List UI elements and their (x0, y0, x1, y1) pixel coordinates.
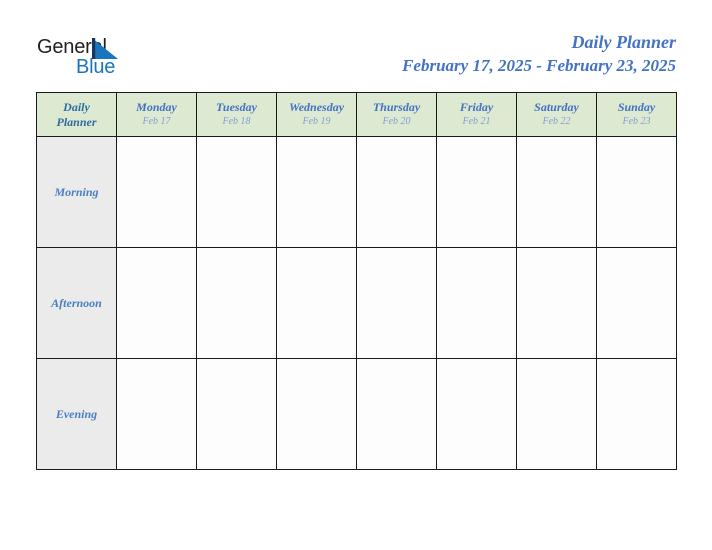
period-label: Evening (55, 407, 98, 421)
slot-afternoon-saturday[interactable] (516, 247, 597, 359)
slot-afternoon-friday[interactable] (436, 247, 517, 359)
title-block: Daily Planner February 17, 2025 - Februa… (402, 31, 676, 77)
day-date: Feb 23 (622, 116, 651, 127)
slot-evening-tuesday[interactable] (196, 358, 277, 470)
period-label: Morning (54, 185, 99, 199)
weekly-planner-table: Daily Planner Monday Feb 17 Tuesday Feb 18 W… (36, 92, 677, 470)
slot-morning-friday[interactable] (436, 136, 517, 248)
slot-morning-monday[interactable] (116, 136, 197, 248)
period-row-afternoon: Afternoon (36, 247, 677, 359)
period-label-cell-morning: Morning (36, 136, 117, 248)
day-header-thursday: Thursday Feb 20 (356, 92, 437, 137)
slot-evening-sunday[interactable] (596, 358, 677, 470)
period-row-morning: Morning (36, 136, 677, 248)
period-label: Afternoon (51, 296, 102, 310)
corner-header-cell: Daily Planner (36, 92, 117, 137)
period-label-cell-afternoon: Afternoon (36, 247, 117, 359)
slot-morning-sunday[interactable] (596, 136, 677, 248)
general-blue-logo: General Blue (37, 36, 237, 82)
day-name: Monday (136, 100, 177, 114)
day-name: Saturday (534, 100, 579, 114)
day-name: Tuesday (216, 100, 257, 114)
period-row-evening: Evening (36, 358, 677, 470)
day-date: Feb 18 (222, 116, 251, 127)
slot-morning-thursday[interactable] (356, 136, 437, 248)
day-header-friday: Friday Feb 21 (436, 92, 517, 137)
day-header-tuesday: Tuesday Feb 18 (196, 92, 277, 137)
day-date: Feb 21 (462, 116, 491, 127)
day-date: Feb 17 (142, 116, 171, 127)
table-body: Morning Afternoon Evening (36, 136, 677, 470)
slot-evening-saturday[interactable] (516, 358, 597, 470)
day-header-saturday: Saturday Feb 22 (516, 92, 597, 137)
slot-morning-saturday[interactable] (516, 136, 597, 248)
slot-evening-thursday[interactable] (356, 358, 437, 470)
period-label-cell-evening: Evening (36, 358, 117, 470)
slot-afternoon-wednesday[interactable] (276, 247, 357, 359)
day-name: Thursday (372, 100, 421, 114)
table-header: Daily Planner Monday Feb 17 Tuesday Feb 18 W… (36, 92, 677, 137)
slot-afternoon-sunday[interactable] (596, 247, 677, 359)
page-title: Daily Planner (571, 32, 676, 52)
day-date: Feb 22 (542, 116, 571, 127)
page-header: General Blue Daily Planner February 17, … (0, 0, 712, 92)
slot-afternoon-thursday[interactable] (356, 247, 437, 359)
corner-title-line2: Planner (56, 114, 97, 129)
slot-evening-wednesday[interactable] (276, 358, 357, 470)
day-date: Feb 19 (302, 116, 331, 127)
day-name: Wednesday (288, 100, 345, 114)
slot-afternoon-tuesday[interactable] (196, 247, 277, 359)
day-header-sunday: Sunday Feb 23 (596, 92, 677, 137)
slot-evening-monday[interactable] (116, 358, 197, 470)
day-date: Feb 20 (382, 116, 411, 127)
slot-morning-wednesday[interactable] (276, 136, 357, 248)
day-name: Friday (459, 100, 494, 114)
day-name: Sunday (617, 100, 656, 114)
date-range: February 17, 2025 - February 23, 2025 (402, 56, 676, 75)
slot-evening-friday[interactable] (436, 358, 517, 470)
day-header-wednesday: Wednesday Feb 19 (276, 92, 357, 137)
slot-afternoon-monday[interactable] (116, 247, 197, 359)
logo-text-blue: Blue (76, 56, 116, 78)
corner-title-line1: Daily (63, 99, 90, 114)
day-header-monday: Monday Feb 17 (116, 92, 197, 137)
slot-morning-tuesday[interactable] (196, 136, 277, 248)
header-row: Daily Planner Monday Feb 17 Tuesday Feb 18 W… (36, 92, 677, 137)
